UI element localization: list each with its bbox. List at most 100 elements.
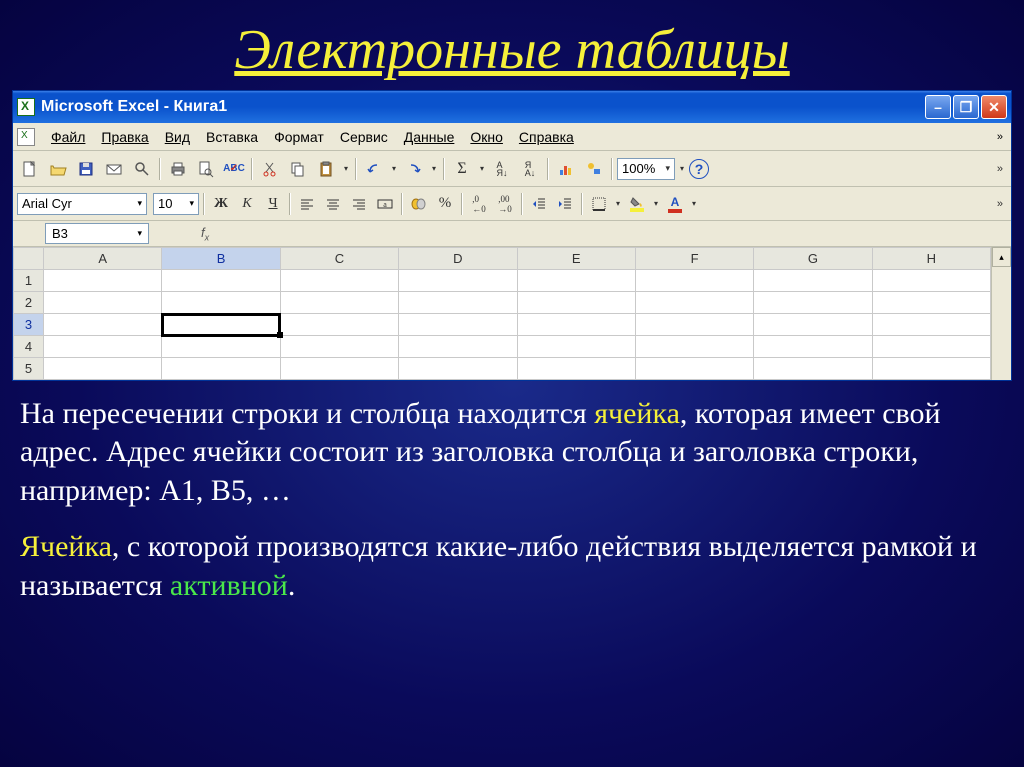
cell[interactable] bbox=[872, 270, 990, 292]
cell[interactable] bbox=[280, 358, 398, 380]
cell[interactable] bbox=[162, 270, 280, 292]
decrease-indent-button[interactable] bbox=[527, 192, 551, 216]
column-header-G[interactable]: G bbox=[754, 248, 872, 270]
cell[interactable] bbox=[280, 270, 398, 292]
drawing-button[interactable] bbox=[581, 156, 607, 182]
new-button[interactable] bbox=[17, 156, 43, 182]
cell[interactable] bbox=[44, 292, 162, 314]
paste-button[interactable] bbox=[313, 156, 339, 182]
select-all-corner[interactable] bbox=[14, 248, 44, 270]
cell[interactable] bbox=[754, 314, 872, 336]
toolbar-overflow-icon[interactable]: » bbox=[991, 163, 1007, 175]
sort-asc-button[interactable]: АЯ↓ bbox=[489, 156, 515, 182]
cell[interactable] bbox=[399, 292, 517, 314]
open-button[interactable] bbox=[45, 156, 71, 182]
cell[interactable] bbox=[162, 358, 280, 380]
currency-button[interactable] bbox=[407, 192, 431, 216]
vertical-scrollbar[interactable]: ▴ bbox=[991, 247, 1011, 380]
cell[interactable] bbox=[872, 292, 990, 314]
cell[interactable] bbox=[635, 270, 753, 292]
cell[interactable] bbox=[517, 358, 635, 380]
column-header-E[interactable]: E bbox=[517, 248, 635, 270]
cell[interactable] bbox=[280, 292, 398, 314]
borders-dropdown-icon[interactable]: ▾ bbox=[613, 199, 623, 208]
cell[interactable] bbox=[399, 358, 517, 380]
fill-color-button[interactable] bbox=[625, 192, 649, 216]
column-header-B[interactable]: B bbox=[162, 248, 280, 270]
menu-file[interactable]: Файл bbox=[43, 127, 93, 147]
cell[interactable] bbox=[517, 314, 635, 336]
cell[interactable] bbox=[162, 292, 280, 314]
decrease-decimal-button[interactable]: ,00→0 bbox=[493, 192, 517, 216]
align-right-button[interactable] bbox=[347, 192, 371, 216]
paste-dropdown-icon[interactable]: ▾ bbox=[341, 164, 351, 173]
cell[interactable] bbox=[44, 358, 162, 380]
cell[interactable] bbox=[635, 358, 753, 380]
name-box[interactable]: B3 bbox=[45, 223, 149, 244]
cell[interactable] bbox=[872, 314, 990, 336]
cell[interactable] bbox=[517, 336, 635, 358]
menu-overflow-icon[interactable]: » bbox=[991, 131, 1007, 143]
cell[interactable] bbox=[399, 270, 517, 292]
maximize-button[interactable]: ❐ bbox=[953, 95, 979, 119]
column-header-F[interactable]: F bbox=[635, 248, 753, 270]
cell[interactable] bbox=[635, 314, 753, 336]
copy-button[interactable] bbox=[285, 156, 311, 182]
row-header-3[interactable]: 3 bbox=[14, 314, 44, 336]
font-name-select[interactable]: Arial Cyr bbox=[17, 193, 147, 215]
cell[interactable] bbox=[635, 292, 753, 314]
column-header-C[interactable]: C bbox=[280, 248, 398, 270]
fx-icon[interactable]: fx bbox=[201, 225, 209, 243]
chart-button[interactable] bbox=[553, 156, 579, 182]
help-button[interactable]: ? bbox=[689, 159, 709, 179]
font-size-select[interactable]: 10 bbox=[153, 193, 199, 215]
menu-window[interactable]: Окно bbox=[462, 127, 511, 147]
cell[interactable] bbox=[754, 292, 872, 314]
menu-tools[interactable]: Сервис bbox=[332, 127, 396, 147]
zoom-select[interactable]: 100% bbox=[617, 158, 675, 180]
active-cell[interactable] bbox=[162, 314, 280, 336]
increase-indent-button[interactable] bbox=[553, 192, 577, 216]
spellcheck-button[interactable]: ABC✓ bbox=[221, 156, 247, 182]
email-button[interactable] bbox=[101, 156, 127, 182]
menu-help[interactable]: Справка bbox=[511, 127, 582, 147]
scroll-up-icon[interactable]: ▴ bbox=[992, 247, 1011, 267]
font-color-button[interactable]: A bbox=[663, 192, 687, 216]
zoom-dropdown-icon[interactable]: ▾ bbox=[677, 164, 687, 173]
cell[interactable] bbox=[754, 358, 872, 380]
borders-button[interactable] bbox=[587, 192, 611, 216]
formatbar-overflow-icon[interactable]: » bbox=[991, 198, 1007, 210]
cell[interactable] bbox=[635, 336, 753, 358]
redo-dropdown-icon[interactable]: ▾ bbox=[429, 164, 439, 173]
font-color-dropdown-icon[interactable]: ▾ bbox=[689, 199, 699, 208]
bold-button[interactable]: Ж bbox=[209, 192, 233, 216]
menu-data[interactable]: Данные bbox=[396, 127, 463, 147]
align-left-button[interactable] bbox=[295, 192, 319, 216]
row-header-5[interactable]: 5 bbox=[14, 358, 44, 380]
cell[interactable] bbox=[872, 336, 990, 358]
cell[interactable] bbox=[754, 270, 872, 292]
undo-button[interactable] bbox=[361, 156, 387, 182]
menu-edit[interactable]: Правка bbox=[93, 127, 156, 147]
menu-format[interactable]: Формат bbox=[266, 127, 332, 147]
menu-view[interactable]: Вид bbox=[157, 127, 198, 147]
row-header-2[interactable]: 2 bbox=[14, 292, 44, 314]
cell[interactable] bbox=[44, 270, 162, 292]
fill-color-dropdown-icon[interactable]: ▾ bbox=[651, 199, 661, 208]
cut-button[interactable] bbox=[257, 156, 283, 182]
print-preview-button[interactable] bbox=[193, 156, 219, 182]
column-header-D[interactable]: D bbox=[399, 248, 517, 270]
cell[interactable] bbox=[280, 336, 398, 358]
cell[interactable] bbox=[44, 314, 162, 336]
save-button[interactable] bbox=[73, 156, 99, 182]
row-header-4[interactable]: 4 bbox=[14, 336, 44, 358]
percent-button[interactable]: % bbox=[433, 192, 457, 216]
merge-center-button[interactable]: a bbox=[373, 192, 397, 216]
underline-button[interactable]: Ч bbox=[261, 192, 285, 216]
cell[interactable] bbox=[280, 314, 398, 336]
row-header-1[interactable]: 1 bbox=[14, 270, 44, 292]
undo-dropdown-icon[interactable]: ▾ bbox=[389, 164, 399, 173]
autosum-dropdown-icon[interactable]: ▾ bbox=[477, 164, 487, 173]
cell[interactable] bbox=[517, 270, 635, 292]
close-button[interactable]: ✕ bbox=[981, 95, 1007, 119]
